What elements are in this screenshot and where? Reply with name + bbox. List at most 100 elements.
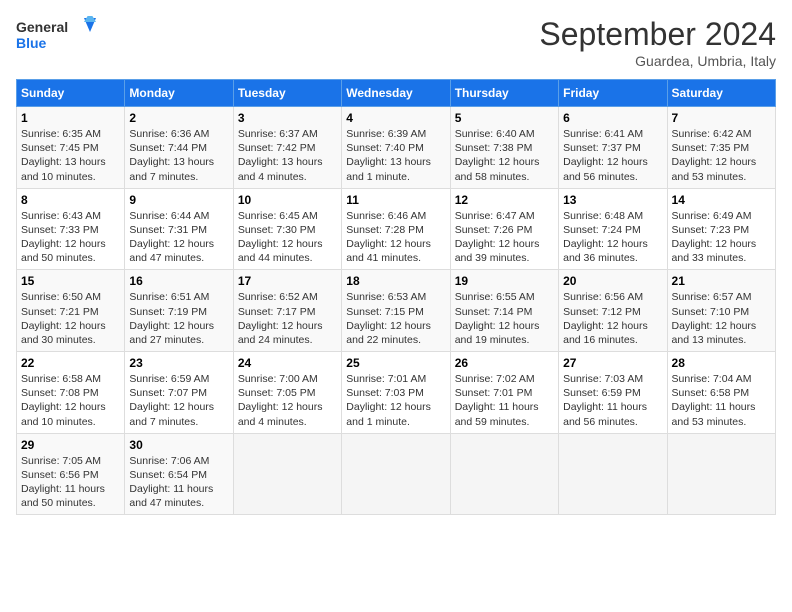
calendar-cell: 29 Sunrise: 7:05 AMSunset: 6:56 PMDayligh… [17,433,125,515]
day-number: 2 [129,111,228,125]
day-number: 29 [21,438,120,452]
day-number: 21 [672,274,771,288]
page-header: General Blue September 2024 Guardea, Umb… [16,16,776,69]
calendar-cell: 19Sunrise: 6:55 AMSunset: 7:14 PMDayligh… [450,270,558,352]
day-number: 13 [563,193,662,207]
day-info: Sunrise: 6:46 AMSunset: 7:28 PMDaylight:… [346,209,445,266]
weekday-header-tuesday: Tuesday [233,80,341,107]
day-info: Sunrise: 7:01 AMSunset: 7:03 PMDaylight:… [346,372,445,429]
day-number: 27 [563,356,662,370]
calendar-cell: 20Sunrise: 6:56 AMSunset: 7:12 PMDayligh… [559,270,667,352]
weekday-header-saturday: Saturday [667,80,775,107]
day-number: 8 [21,193,120,207]
calendar-cell: 25 Sunrise: 7:01 AMSunset: 7:03 PMDayligh… [342,352,450,434]
day-number: 16 [129,274,228,288]
calendar-week-row: 8 Sunrise: 6:43 AMSunset: 7:33 PMDaylight… [17,188,776,270]
day-number: 17 [238,274,337,288]
day-info: Sunrise: 6:48 AMSunset: 7:24 PMDaylight:… [563,209,662,266]
calendar-cell: 10Sunrise: 6:45 AMSunset: 7:30 PMDayligh… [233,188,341,270]
day-info: Sunrise: 7:03 AMSunset: 6:59 PMDaylight:… [563,372,662,429]
day-info: Sunrise: 7:04 AMSunset: 6:58 PMDaylight:… [672,372,771,429]
day-number: 5 [455,111,554,125]
day-info: Sunrise: 6:56 AMSunset: 7:12 PMDaylight:… [563,290,662,347]
calendar-cell: 28Sunrise: 7:04 AMSunset: 6:58 PMDayligh… [667,352,775,434]
weekday-header-friday: Friday [559,80,667,107]
calendar-cell: 3 Sunrise: 6:37 AMSunset: 7:42 PMDaylight… [233,107,341,189]
location-subtitle: Guardea, Umbria, Italy [539,53,776,69]
day-info: Sunrise: 6:58 AMSunset: 7:08 PMDaylight:… [21,372,120,429]
day-info: Sunrise: 6:42 AMSunset: 7:35 PMDaylight:… [672,127,771,184]
calendar-cell: 12Sunrise: 6:47 AMSunset: 7:26 PMDayligh… [450,188,558,270]
day-number: 24 [238,356,337,370]
day-info: Sunrise: 7:00 AMSunset: 7:05 PMDaylight:… [238,372,337,429]
day-info: Sunrise: 6:41 AMSunset: 7:37 PMDaylight:… [563,127,662,184]
day-info: Sunrise: 6:50 AMSunset: 7:21 PMDaylight:… [21,290,120,347]
day-info: Sunrise: 6:51 AMSunset: 7:19 PMDaylight:… [129,290,228,347]
calendar-week-row: 29 Sunrise: 7:05 AMSunset: 6:56 PMDayligh… [17,433,776,515]
day-number: 12 [455,193,554,207]
day-info: Sunrise: 6:36 AMSunset: 7:44 PMDaylight:… [129,127,228,184]
calendar-cell: 26 Sunrise: 7:02 AMSunset: 7:01 PMDayligh… [450,352,558,434]
day-info: Sunrise: 6:53 AMSunset: 7:15 PMDaylight:… [346,290,445,347]
day-number: 6 [563,111,662,125]
day-info: Sunrise: 6:40 AMSunset: 7:38 PMDaylight:… [455,127,554,184]
calendar-cell: 11 Sunrise: 6:46 AMSunset: 7:28 PMDayligh… [342,188,450,270]
month-title: September 2024 [539,16,776,53]
day-number: 19 [455,274,554,288]
day-number: 30 [129,438,228,452]
day-info: Sunrise: 6:37 AMSunset: 7:42 PMDaylight:… [238,127,337,184]
day-number: 15 [21,274,120,288]
calendar-cell: 13 Sunrise: 6:48 AMSunset: 7:24 PMDayligh… [559,188,667,270]
title-block: September 2024 Guardea, Umbria, Italy [539,16,776,69]
calendar-cell [559,433,667,515]
day-number: 25 [346,356,445,370]
weekday-header-wednesday: Wednesday [342,80,450,107]
calendar-cell: 18 Sunrise: 6:53 AMSunset: 7:15 PMDayligh… [342,270,450,352]
calendar-cell: 22 Sunrise: 6:58 AMSunset: 7:08 PMDayligh… [17,352,125,434]
calendar-cell: 27 Sunrise: 7:03 AMSunset: 6:59 PMDayligh… [559,352,667,434]
calendar-cell: 14 Sunrise: 6:49 AMSunset: 7:23 PMDayligh… [667,188,775,270]
weekday-header-thursday: Thursday [450,80,558,107]
day-number: 23 [129,356,228,370]
day-number: 9 [129,193,228,207]
day-number: 22 [21,356,120,370]
day-number: 1 [21,111,120,125]
day-info: Sunrise: 6:39 AMSunset: 7:40 PMDaylight:… [346,127,445,184]
calendar-cell: 16 Sunrise: 6:51 AMSunset: 7:19 PMDayligh… [125,270,233,352]
day-info: Sunrise: 6:59 AMSunset: 7:07 PMDaylight:… [129,372,228,429]
calendar-table: SundayMondayTuesdayWednesdayThursdayFrid… [16,79,776,515]
calendar-cell: 8 Sunrise: 6:43 AMSunset: 7:33 PMDaylight… [17,188,125,270]
calendar-week-row: 15 Sunrise: 6:50 AMSunset: 7:21 PMDayligh… [17,270,776,352]
day-number: 26 [455,356,554,370]
calendar-cell: 24 Sunrise: 7:00 AMSunset: 7:05 PMDayligh… [233,352,341,434]
calendar-cell: 1 Sunrise: 6:35 AMSunset: 7:45 PMDaylight… [17,107,125,189]
day-number: 3 [238,111,337,125]
day-info: Sunrise: 6:44 AMSunset: 7:31 PMDaylight:… [129,209,228,266]
calendar-cell: 23 Sunrise: 6:59 AMSunset: 7:07 PMDayligh… [125,352,233,434]
calendar-week-row: 22 Sunrise: 6:58 AMSunset: 7:08 PMDayligh… [17,352,776,434]
day-info: Sunrise: 6:43 AMSunset: 7:33 PMDaylight:… [21,209,120,266]
day-info: Sunrise: 6:49 AMSunset: 7:23 PMDaylight:… [672,209,771,266]
day-number: 7 [672,111,771,125]
weekday-header-row: SundayMondayTuesdayWednesdayThursdayFrid… [17,80,776,107]
day-info: Sunrise: 6:35 AMSunset: 7:45 PMDaylight:… [21,127,120,184]
logo: General Blue [16,16,96,58]
day-number: 14 [672,193,771,207]
calendar-cell: 7 Sunrise: 6:42 AMSunset: 7:35 PMDaylight… [667,107,775,189]
calendar-cell [667,433,775,515]
day-info: Sunrise: 7:06 AMSunset: 6:54 PMDaylight:… [129,454,228,511]
day-info: Sunrise: 7:05 AMSunset: 6:56 PMDaylight:… [21,454,120,511]
day-info: Sunrise: 6:57 AMSunset: 7:10 PMDaylight:… [672,290,771,347]
day-info: Sunrise: 6:52 AMSunset: 7:17 PMDaylight:… [238,290,337,347]
weekday-header-monday: Monday [125,80,233,107]
day-info: Sunrise: 6:45 AMSunset: 7:30 PMDaylight:… [238,209,337,266]
day-number: 18 [346,274,445,288]
calendar-cell [233,433,341,515]
logo-svg: General Blue [16,16,96,58]
day-info: Sunrise: 7:02 AMSunset: 7:01 PMDaylight:… [455,372,554,429]
calendar-cell [342,433,450,515]
day-number: 11 [346,193,445,207]
calendar-cell: 6 Sunrise: 6:41 AMSunset: 7:37 PMDaylight… [559,107,667,189]
calendar-cell [450,433,558,515]
calendar-cell: 21 Sunrise: 6:57 AMSunset: 7:10 PMDayligh… [667,270,775,352]
